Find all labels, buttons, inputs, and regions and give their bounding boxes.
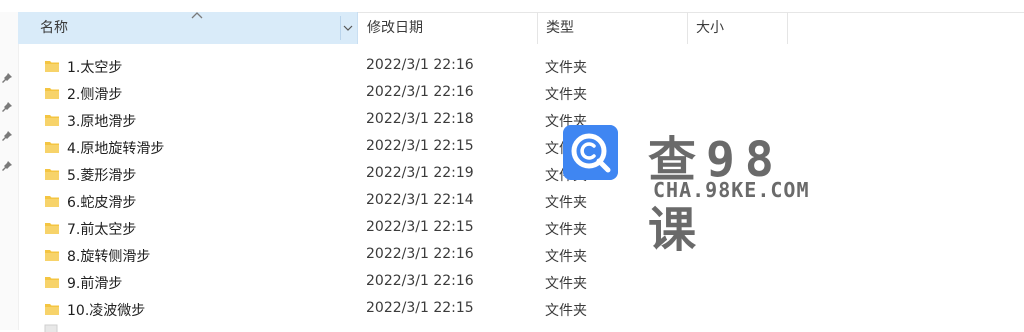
file-date: 2022/3/1 22:16 <box>366 57 474 73</box>
pin-icon[interactable] <box>1 130 13 142</box>
column-header-type-label: 类型 <box>546 20 574 36</box>
file-date: 2022/3/1 22:15 <box>366 219 474 235</box>
file-date: 2022/3/1 22:15 <box>366 300 474 316</box>
file-date: 2022/3/1 22:16 <box>366 246 474 262</box>
folder-icon <box>45 196 59 207</box>
folder-icon <box>45 223 59 234</box>
file-name: 4.原地旋转滑步 <box>67 141 165 157</box>
folder-icon <box>45 61 59 72</box>
file-date: 2022/3/1 22:14 <box>366 192 474 208</box>
chevron-down-icon <box>343 25 353 31</box>
pin-icon[interactable] <box>1 72 13 84</box>
file-row[interactable]: 4.原地旋转滑步 2022/3/1 22:15 文件夹 <box>18 135 1024 162</box>
file-date: 2022/3/1 22:19 <box>366 165 474 181</box>
file-list: 1.太空步 2022/3/1 22:16 文件夹 2.侧滑步 2022/3/1 … <box>18 54 1024 324</box>
folder-icon <box>45 250 59 261</box>
file-name: 10.凌波微步 <box>67 303 146 319</box>
folder-icon <box>45 277 59 288</box>
file-name: 8.旋转侧滑步 <box>67 249 151 265</box>
navigation-pane <box>0 12 19 330</box>
folder-icon <box>45 88 59 99</box>
column-header-size-label: 大小 <box>696 20 724 36</box>
file-type: 文件夹 <box>545 87 587 103</box>
file-name: 2.侧滑步 <box>67 87 123 103</box>
column-header-type[interactable]: 类型 <box>538 12 688 44</box>
watermark-url: CHA.98KE.COM <box>653 178 810 202</box>
file-row[interactable]: 10.凌波微步 2022/3/1 22:15 文件夹 <box>18 297 1024 324</box>
folder-icon <box>45 169 59 180</box>
file-type: 文件夹 <box>545 303 587 319</box>
column-header-name-label: 名称 <box>40 20 68 36</box>
file-name: 3.原地滑步 <box>67 114 137 130</box>
watermark: 查98课 CHA.98KE.COM <box>563 118 833 258</box>
file-row[interactable]: 9.前滑步 2022/3/1 22:16 文件夹 <box>18 270 1024 297</box>
file-row[interactable]: 7.前太空步 2022/3/1 22:15 文件夹 <box>18 216 1024 243</box>
file-type: 文件夹 <box>545 60 587 76</box>
column-header-date[interactable]: 修改日期 <box>359 12 538 44</box>
file-name: 6.蛇皮滑步 <box>67 195 137 211</box>
file-date: 2022/3/1 22:16 <box>366 273 474 289</box>
file-row[interactable]: 3.原地滑步 2022/3/1 22:18 文件夹 <box>18 108 1024 135</box>
file-row[interactable]: 6.蛇皮滑步 2022/3/1 22:14 文件夹 <box>18 189 1024 216</box>
file-type: 文件夹 <box>545 276 587 292</box>
file-row[interactable]: 1.太空步 2022/3/1 22:16 文件夹 <box>18 54 1024 81</box>
file-type: 文件夹 <box>545 222 587 238</box>
file-icon <box>44 324 58 332</box>
folder-icon <box>45 142 59 153</box>
file-name: 7.前太空步 <box>67 222 137 238</box>
folder-icon <box>45 304 59 315</box>
column-header-size[interactable]: 大小 <box>688 12 788 44</box>
file-row[interactable]: 2.侧滑步 2022/3/1 22:16 文件夹 <box>18 81 1024 108</box>
file-name: 5.菱形滑步 <box>67 168 137 184</box>
file-date: 2022/3/1 22:15 <box>366 138 474 154</box>
file-date: 2022/3/1 22:18 <box>366 111 474 127</box>
file-type: 文件夹 <box>545 249 587 265</box>
folder-icon <box>45 115 59 126</box>
column-header-date-label: 修改日期 <box>367 20 423 36</box>
sort-ascending-icon <box>191 12 203 19</box>
file-date: 2022/3/1 22:16 <box>366 84 474 100</box>
search-c-logo-icon <box>563 125 618 180</box>
file-name: 1.太空步 <box>67 60 123 76</box>
column-header-name[interactable]: 名称 <box>18 12 358 44</box>
pin-icon[interactable] <box>1 160 13 172</box>
file-row[interactable]: 5.菱形滑步 2022/3/1 22:19 文件夹 <box>18 162 1024 189</box>
pin-icon[interactable] <box>1 101 13 113</box>
column-dropdown[interactable] <box>340 16 357 40</box>
column-header-bar: 名称 修改日期 类型 大小 <box>18 12 1024 44</box>
file-row[interactable]: 8.旋转侧滑步 2022/3/1 22:16 文件夹 <box>18 243 1024 270</box>
file-name: 9.前滑步 <box>67 276 123 292</box>
